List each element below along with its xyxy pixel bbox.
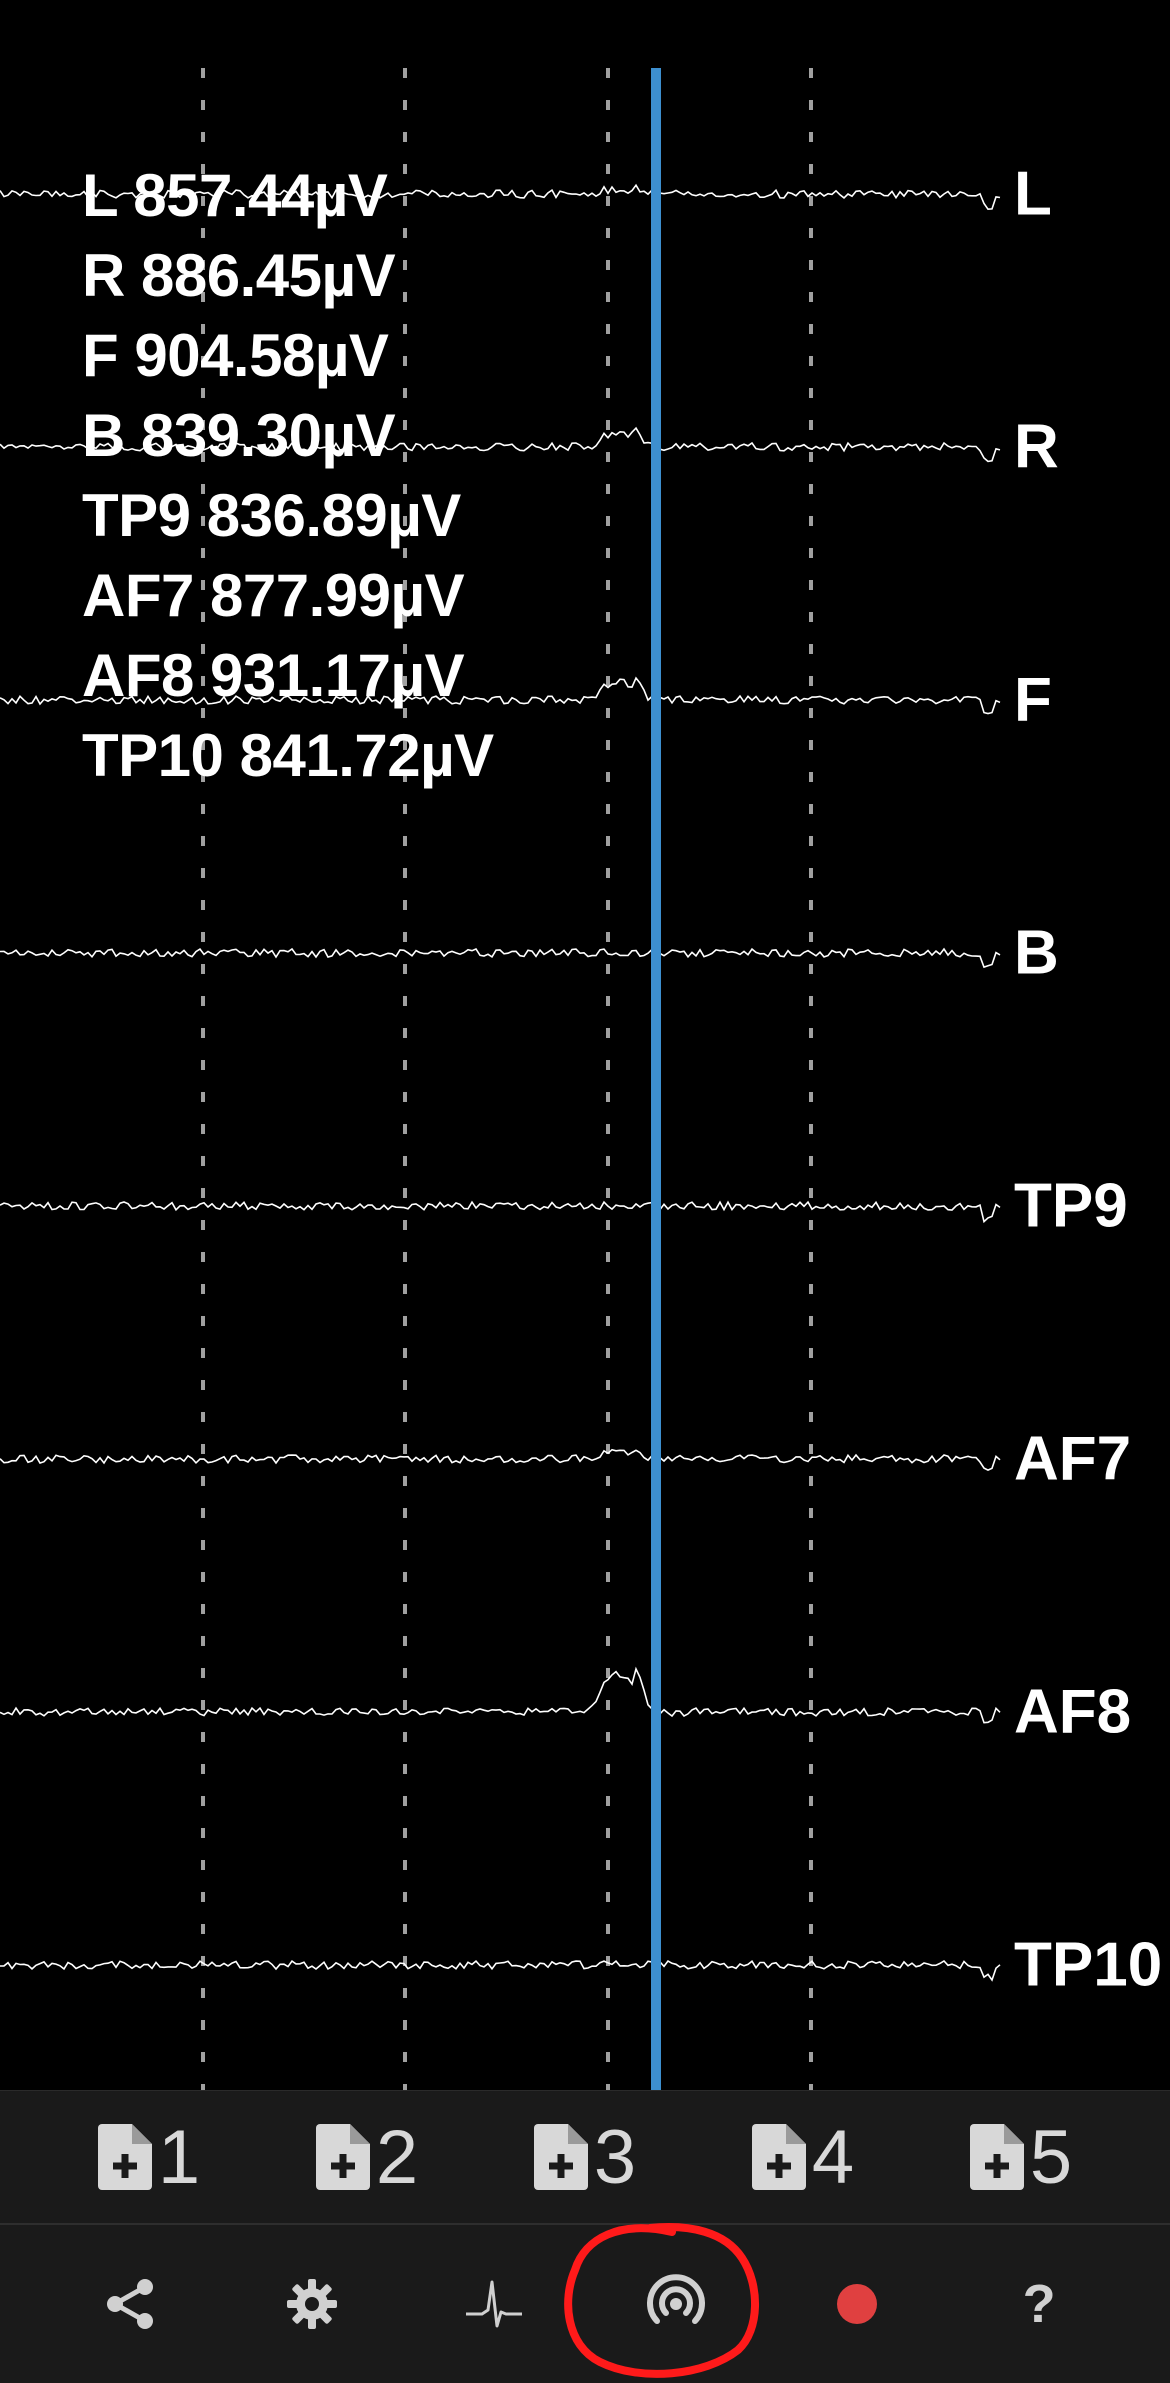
readout-row-f: F 904.58µV	[82, 322, 389, 389]
eeg-trace-tp10	[0, 1959, 1001, 1982]
channel-label-b: B	[1014, 918, 1059, 988]
eeg-trace-af8	[0, 1666, 1001, 1724]
file-add-icon	[969, 2124, 1024, 2190]
waveform-button[interactable]	[434, 2244, 554, 2364]
file-slot-3-button[interactable]: 3	[533, 2114, 637, 2201]
file-slot-3-label: 3	[593, 2114, 637, 2200]
help-button[interactable]: ?	[979, 2244, 1099, 2364]
channel-label-f: F	[1014, 665, 1052, 735]
eeg-plot-area: L 857.44µV R 886.45µV F 904.58µV B 839.3…	[0, 0, 1170, 2090]
file-slot-1-button[interactable]: 1	[97, 2114, 201, 2201]
bottom-toolbar: ?	[0, 2225, 1170, 2383]
readout-row-b: B 839.30µV	[82, 402, 396, 469]
file-add-icon	[533, 2124, 588, 2190]
playhead-cursor	[651, 68, 661, 2090]
channel-label-tp10: TP10	[1014, 1930, 1163, 2000]
readout-row-l: L 857.44µV	[82, 162, 388, 229]
file-add-icon	[97, 2124, 152, 2190]
file-slot-1-label: 1	[157, 2114, 201, 2200]
share-button[interactable]	[71, 2244, 191, 2364]
file-slot-4-button[interactable]: 4	[751, 2114, 855, 2201]
readout-row-af8: AF8 931.17µV	[82, 642, 465, 709]
readout-row-tp10: TP10 841.72µV	[82, 722, 494, 789]
file-slot-4-label: 4	[811, 2114, 855, 2200]
channel-readout: L 857.44µV R 886.45µV F 904.58µV B 839.3…	[82, 156, 494, 796]
file-add-icon	[751, 2124, 806, 2190]
readout-row-r: R 886.45µV	[82, 242, 396, 309]
share-icon	[106, 2279, 153, 2329]
file-add-icon	[315, 2124, 370, 2190]
channel-label-r: R	[1014, 412, 1059, 482]
eeg-trace-af7	[0, 1448, 1001, 1471]
eeg-trace-tp9	[0, 1200, 1001, 1224]
file-slot-5-label: 5	[1029, 2114, 1073, 2200]
file-slot-bar: 1 2 3 4 5	[0, 2090, 1170, 2225]
streaming-icon	[646, 2274, 705, 2324]
file-slot-2-label: 2	[375, 2114, 419, 2200]
file-slot-2-button[interactable]: 2	[315, 2114, 419, 2201]
gear-icon	[287, 2279, 338, 2329]
help-icon: ?	[1022, 2274, 1056, 2334]
record-button[interactable]	[797, 2244, 917, 2364]
channel-label-af7: AF7	[1014, 1424, 1132, 1494]
file-slot-5-button[interactable]: 5	[969, 2114, 1073, 2201]
readout-row-af7: AF7 877.99µV	[82, 562, 465, 629]
readout-row-tp9: TP9 836.89µV	[82, 482, 461, 549]
channel-label-af8: AF8	[1014, 1677, 1132, 1747]
channel-label-tp9: TP9	[1014, 1171, 1128, 1241]
channel-label-l: L	[1014, 159, 1052, 229]
waveform-icon	[466, 2280, 523, 2328]
record-icon	[837, 2284, 878, 2324]
settings-button[interactable]	[252, 2244, 372, 2364]
streaming-button[interactable]	[616, 2244, 736, 2364]
eeg-trace-b	[0, 947, 1001, 969]
